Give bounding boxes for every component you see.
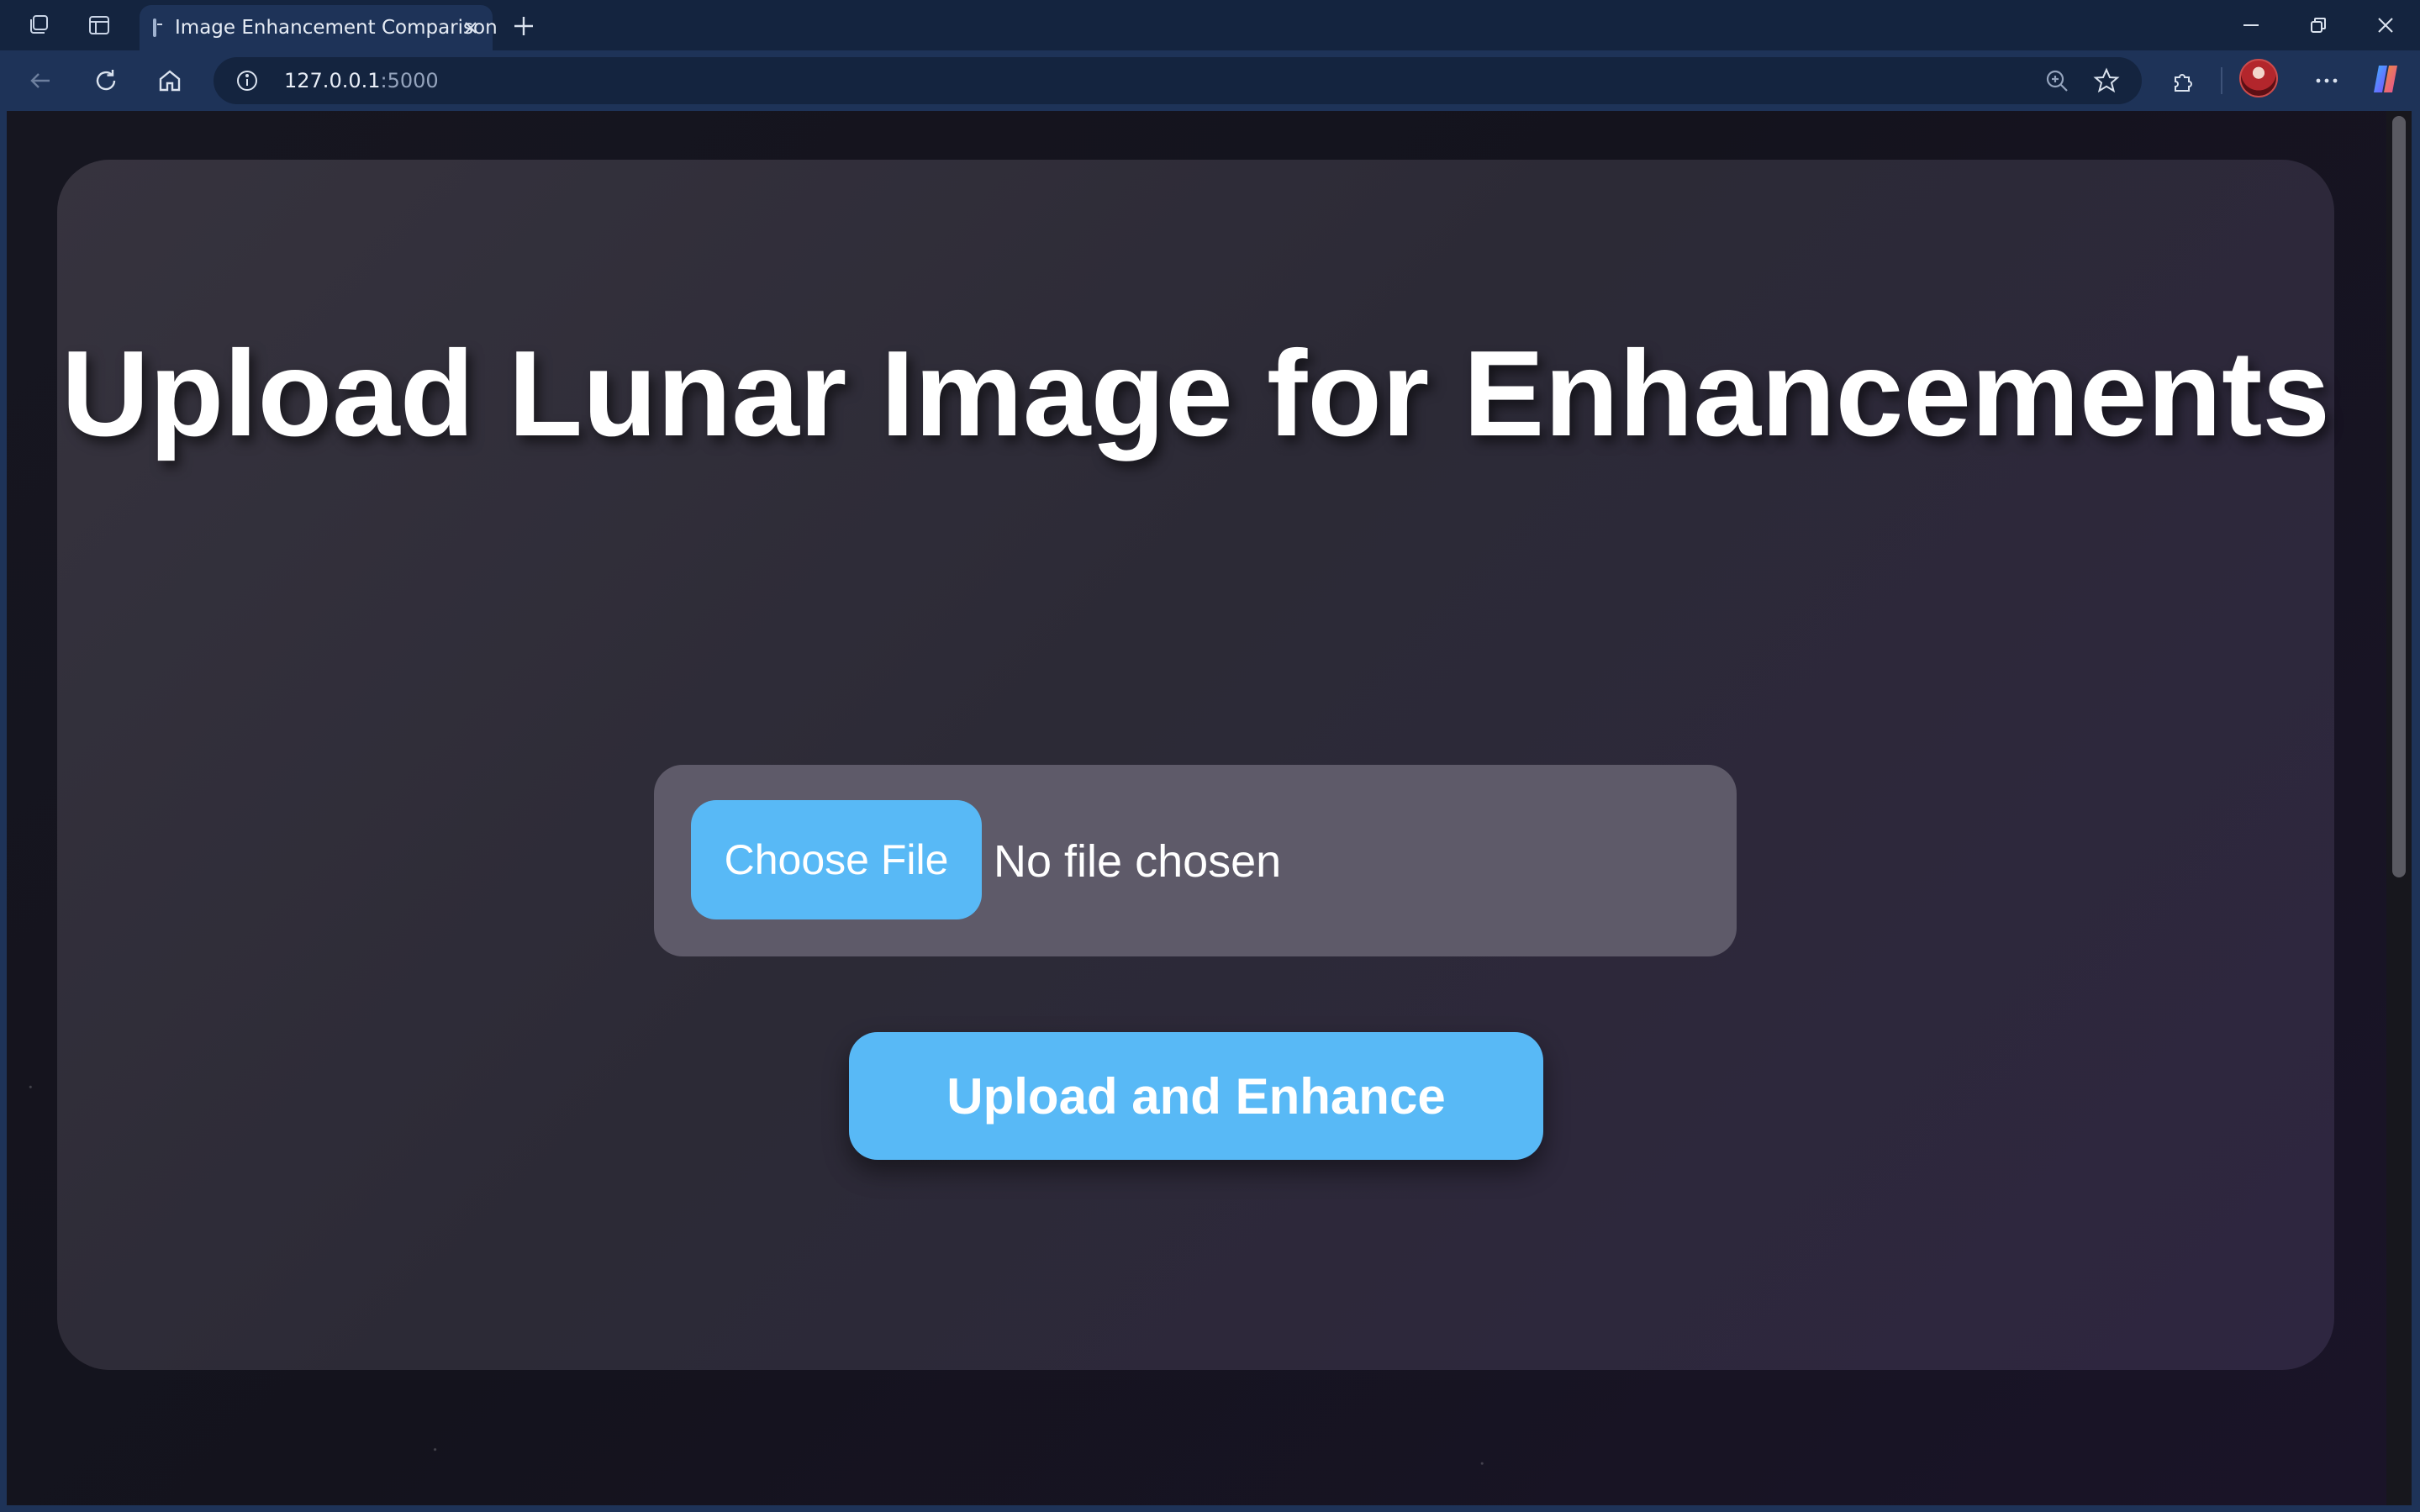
window-edge-left (0, 111, 7, 1512)
back-button[interactable] (22, 62, 59, 99)
page-viewport: Upload Lunar Image for Enhancements Choo… (7, 111, 2386, 1505)
url-text[interactable]: 127.0.0.1:5000 (284, 69, 439, 92)
star-icon[interactable] (2093, 67, 2120, 94)
url-port: :5000 (380, 69, 439, 92)
browser-toolbar: 127.0.0.1:5000 (0, 50, 2420, 111)
tab-title: Image Enhancement Comparison (175, 17, 498, 39)
scrollbar-thumb[interactable] (2392, 116, 2406, 877)
scrollbar[interactable] (2386, 111, 2412, 1505)
close-window-button[interactable] (2352, 0, 2419, 50)
choose-file-button[interactable]: Choose File (691, 800, 982, 919)
copilot-icon[interactable] (2369, 62, 2402, 96)
restore-button[interactable] (2285, 0, 2352, 50)
info-icon[interactable] (235, 69, 259, 92)
toolbar-divider (2221, 67, 2222, 94)
new-tab-button[interactable] (508, 10, 540, 42)
tab-image-enhancement[interactable]: Image Enhancement Comparison (140, 5, 498, 50)
minimize-button[interactable] (2217, 0, 2285, 50)
page-title: Upload Lunar Image for Enhancements (61, 325, 2331, 461)
browser-titlebar: Image Enhancement Comparison (0, 0, 2420, 50)
tab-close-icon[interactable] (459, 16, 482, 40)
window-edge-bottom (0, 1505, 2420, 1512)
avatar[interactable] (2239, 59, 2278, 97)
upload-and-enhance-button[interactable]: Upload and Enhance (849, 1032, 1543, 1160)
home-button[interactable] (151, 62, 188, 99)
upload-card: Upload Lunar Image for Enhancements Choo… (57, 160, 2334, 1370)
file-status-text: No file chosen (994, 836, 1282, 887)
window-edge-right (2412, 111, 2420, 1512)
tab-actions-icon[interactable] (84, 10, 114, 40)
file-input[interactable]: Choose File No file chosen (654, 765, 1737, 956)
extensions-button[interactable] (2165, 62, 2202, 99)
url-host: 127.0.0.1 (284, 69, 381, 92)
address-bar[interactable]: 127.0.0.1:5000 (214, 57, 2142, 104)
refresh-button[interactable] (87, 62, 124, 99)
terminal-favicon-icon (153, 18, 162, 37)
more-button[interactable] (2308, 62, 2345, 99)
zoom-icon[interactable] (2044, 68, 2069, 93)
workspaces-icon[interactable] (24, 10, 54, 40)
